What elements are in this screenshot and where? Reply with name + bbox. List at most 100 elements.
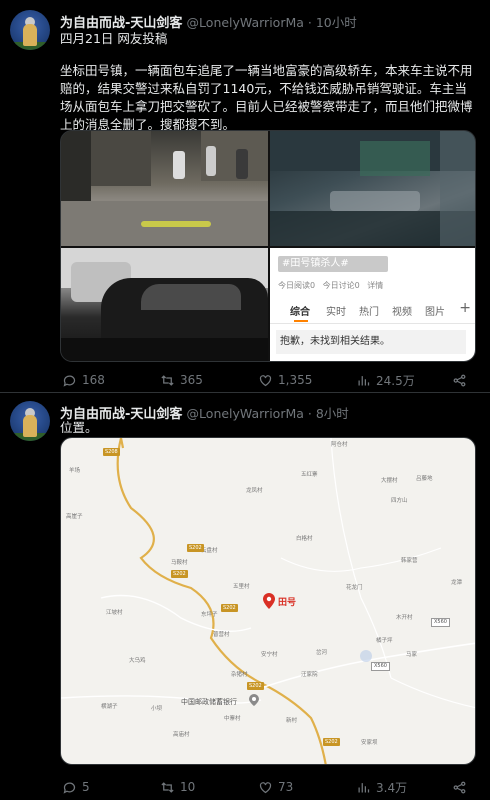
views-button[interactable]: 3.4万	[356, 777, 407, 797]
photo-black-car[interactable]	[61, 248, 268, 361]
retweet-icon	[161, 374, 174, 386]
map-place-label: 安宁村	[261, 652, 278, 658]
weibo-tabs: 综合 实时 热门 视频 图片 +	[270, 296, 475, 324]
road-shield: S202	[247, 682, 264, 690]
separator: ·	[303, 15, 316, 30]
share-icon	[453, 374, 466, 386]
tweet-body: 位置。	[60, 420, 98, 435]
author-name[interactable]: 为自由而战-天山剑客	[60, 16, 182, 31]
tweet-actions: 168 365 1,355 24.5万	[60, 370, 476, 390]
map-place-label: 花龙门	[346, 585, 363, 591]
photo-dashcam[interactable]	[270, 131, 475, 246]
map-screenshot[interactable]: 阿仓村 五红寨 大摆村 龙凤村 四方山 白格村 云盘村 吕藤地 羊场 马鞍村 高…	[60, 437, 476, 765]
retweet-icon	[161, 781, 174, 793]
map-place-label: 安家坝	[361, 740, 378, 746]
weibo-search-title: #田号镇杀人#	[278, 256, 388, 272]
map-place-label: 横湖子	[101, 704, 118, 710]
reply-icon	[63, 375, 76, 387]
like-count: 1,355	[278, 373, 313, 387]
reply-count: 5	[82, 780, 90, 794]
avatar[interactable]	[10, 10, 50, 50]
weibo-tab-underline	[294, 320, 308, 322]
share-button[interactable]	[452, 370, 467, 390]
map-place-label: 普营村	[213, 632, 230, 638]
map-place-label: 江坡村	[106, 610, 123, 616]
views-count: 24.5万	[376, 373, 415, 388]
tweet-header: 为自由而战-天山剑客 @LonelyWarriorMa · 10小时	[60, 12, 357, 31]
author-handle[interactable]: @LonelyWarriorMa	[187, 15, 304, 30]
avatar[interactable]	[10, 401, 50, 441]
tweet-1[interactable]: 为自由而战-天山剑客 @LonelyWarriorMa · 10小时 四月21日…	[0, 0, 490, 393]
views-count: 3.4万	[376, 780, 408, 795]
reply-icon	[63, 782, 76, 794]
map-place-label: 四方山	[391, 498, 408, 504]
map-place-label: 大摆村	[381, 478, 398, 484]
weibo-tab-video: 视频	[392, 307, 412, 318]
bank-label: 中国邮政储蓄银行	[181, 698, 237, 706]
weibo-empty-message: 抱歉，未找到相关结果。	[276, 330, 466, 354]
retweet-button[interactable]: 10	[160, 777, 195, 797]
map-place-label: 马鞍村	[171, 560, 188, 566]
map-place-label: 高崖子	[66, 514, 83, 520]
map-place-label: 中寨村	[224, 716, 241, 722]
map-place-label: 五红寨	[301, 472, 318, 478]
map-place-label: 龙凤村	[246, 488, 263, 494]
weibo-filter-row: 今日阅读0 今日讨论0 详情	[278, 280, 468, 291]
bank-pin-icon[interactable]	[249, 694, 259, 706]
views-icon	[358, 782, 370, 792]
road-shield: X560	[371, 662, 390, 671]
reply-button[interactable]: 168	[62, 370, 105, 390]
road-shield: S202	[221, 604, 238, 612]
weibo-tab-images: 图片	[425, 307, 445, 318]
map-place-label: 五里村	[233, 584, 250, 590]
map-place-label: 吕藤地	[416, 476, 433, 482]
heart-icon	[259, 374, 272, 386]
like-button[interactable]: 1,355	[258, 370, 312, 390]
map-place-label: 新村	[286, 718, 298, 724]
weibo-filter-detail: 详情	[367, 281, 384, 290]
share-icon	[453, 781, 466, 793]
map-place-label: 龙潭	[451, 580, 463, 586]
tweet-body: 坐标田号镇，一辆面包车追尾了一辆当地富豪的高级轿车，本来车主说不用赔的，结果交警…	[60, 63, 473, 132]
map-place-label: 阿仓村	[331, 442, 348, 448]
share-button[interactable]	[452, 777, 467, 797]
weibo-filter-discuss: 今日讨论0	[322, 281, 360, 290]
map-place-label: 白格村	[296, 536, 313, 542]
map-place-label: 高庙村	[173, 732, 190, 738]
weibo-tab-realtime: 实时	[326, 307, 346, 318]
weibo-tab-all: 综合	[290, 307, 310, 318]
photo-street-scene[interactable]	[61, 131, 268, 246]
reply-count: 168	[82, 373, 105, 387]
timestamp[interactable]: 10小时	[316, 15, 357, 30]
map-place-label: 小坝	[151, 706, 163, 712]
map-place-label: 羊场	[69, 468, 81, 474]
tweet-subline: 四月21日 网友投稿	[60, 31, 168, 46]
media-grid: #田号镇杀人# 今日阅读0 今日讨论0 详情 综合 实时 热门 视频 图片 + …	[60, 130, 476, 362]
road-shield: X560	[431, 618, 450, 627]
retweet-button[interactable]: 365	[160, 370, 203, 390]
tweet-2[interactable]: 为自由而战-天山剑客 @LonelyWarriorMa · 8小时 位置。 阿仓…	[0, 393, 490, 800]
location-pin-icon[interactable]	[263, 593, 275, 609]
heart-icon	[259, 781, 272, 793]
retweet-count: 365	[180, 373, 203, 387]
map-place-label: 岔河	[316, 650, 328, 656]
road-shield: S202	[323, 738, 340, 746]
reply-button[interactable]: 5	[62, 777, 90, 797]
weibo-tab-hot: 热门	[359, 307, 379, 318]
weibo-filter-read: 今日阅读0	[278, 281, 316, 290]
road-shield: S202	[171, 570, 188, 578]
map-place-label: 韩家营	[401, 558, 418, 564]
tweet-actions: 5 10 73 3.4万	[60, 777, 476, 797]
map-place-label: 马家	[406, 652, 418, 658]
map-place-label: 橘子坪	[376, 638, 393, 644]
map-place-label: 杂猪村	[231, 672, 248, 678]
road-shield: S208	[103, 448, 120, 456]
map-place-label: 大乌鸡	[129, 658, 146, 664]
road-shield: S202	[187, 544, 204, 552]
weibo-plus-icon: +	[459, 300, 471, 316]
like-button[interactable]: 73	[258, 777, 293, 797]
weibo-search-screenshot[interactable]: #田号镇杀人# 今日阅读0 今日讨论0 详情 综合 实时 热门 视频 图片 + …	[270, 248, 475, 361]
map-place-label: 木开村	[396, 615, 413, 621]
views-button[interactable]: 24.5万	[356, 370, 415, 390]
like-count: 73	[278, 780, 294, 794]
